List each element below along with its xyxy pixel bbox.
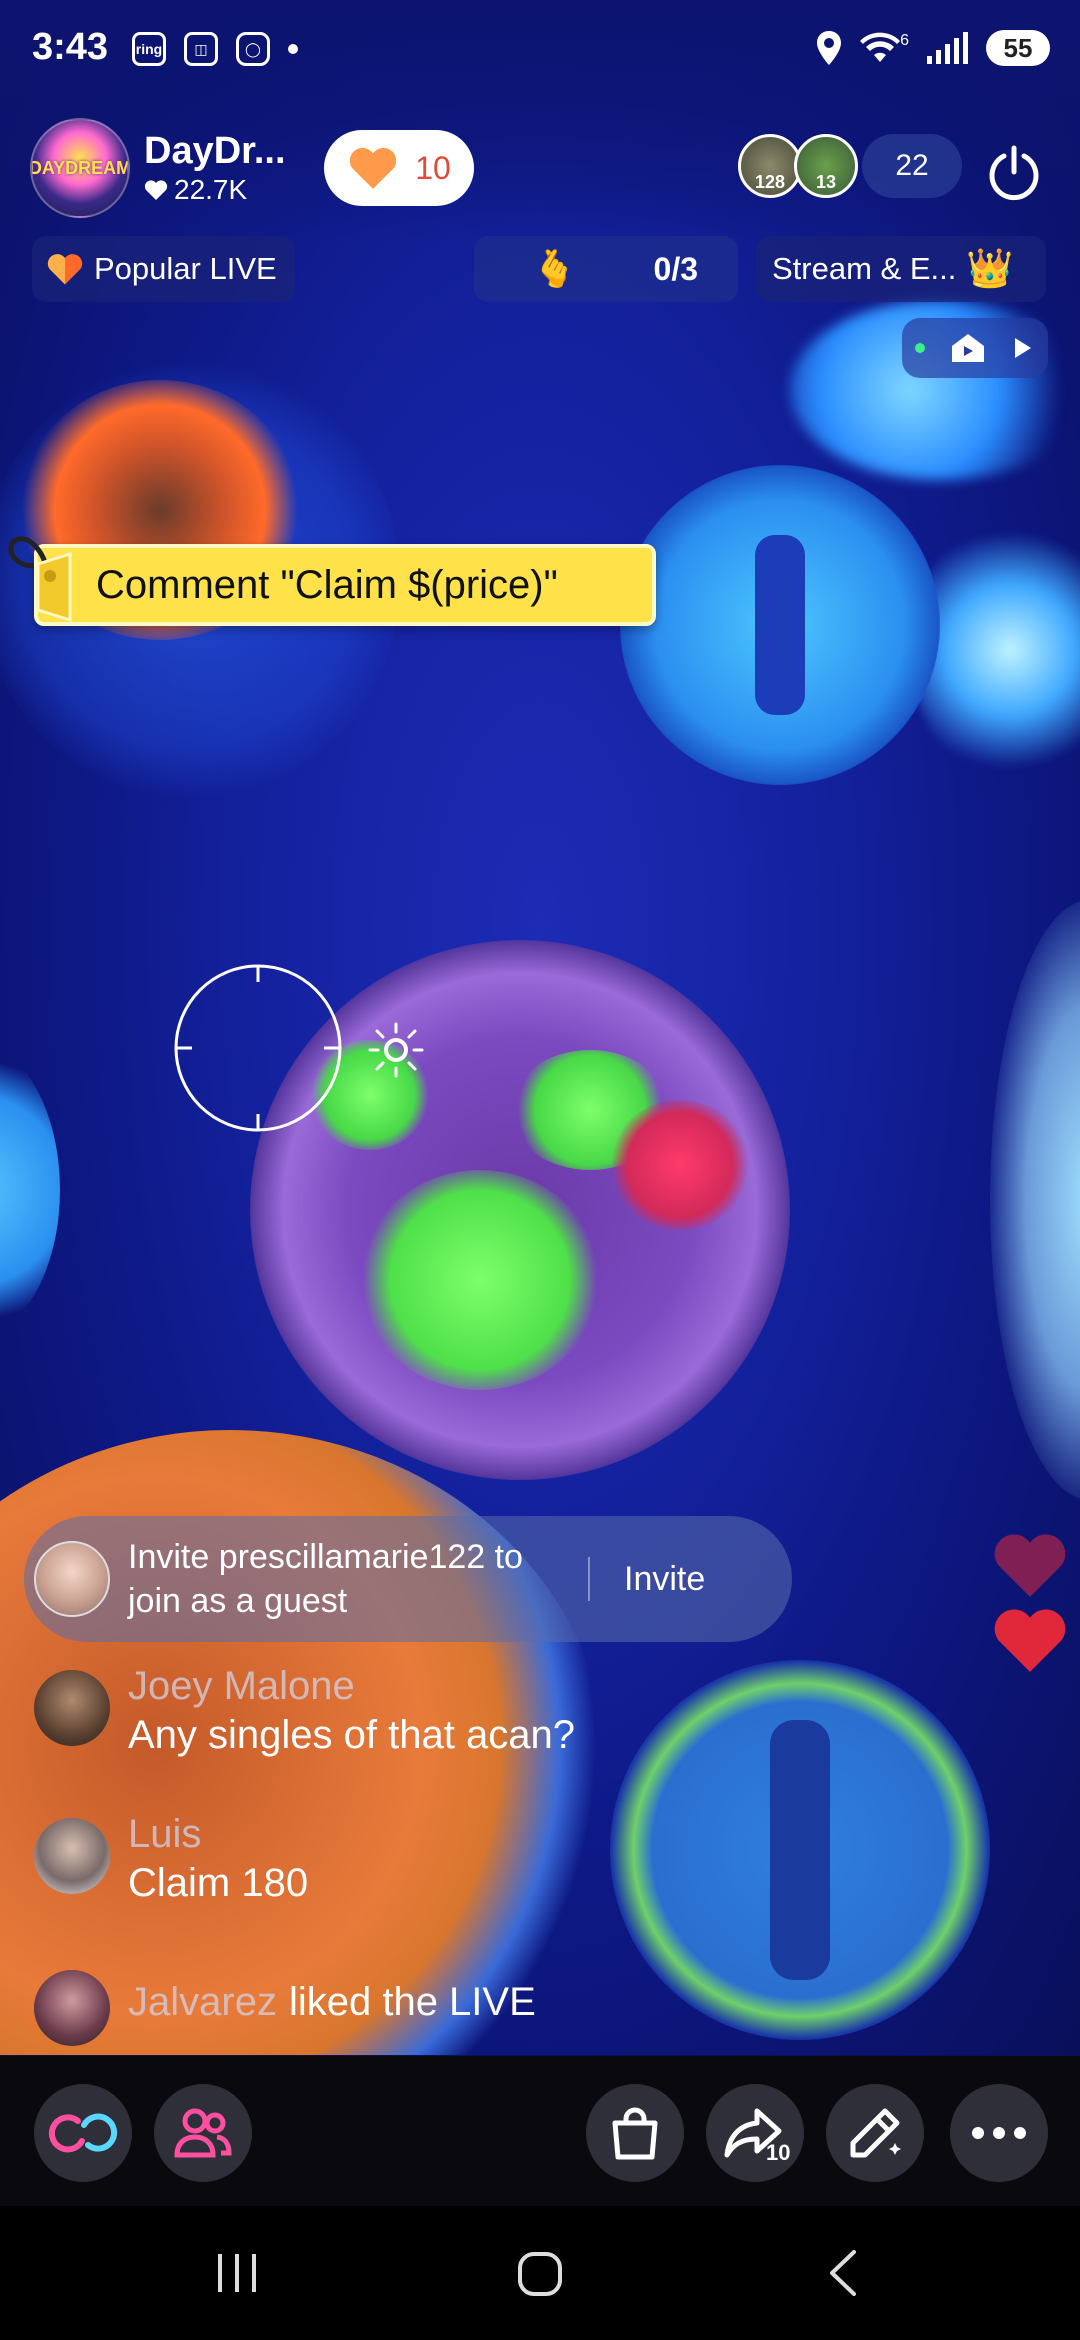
stream-earn-label: Stream & E... [772,251,957,286]
status-bar: 3:43 ring ◫ ◯ 6 55 [0,0,1080,100]
invite-text: Invite prescillamarie122 to join as a gu… [128,1538,523,1620]
viewer-avatar[interactable]: 128 [738,134,802,198]
multi-guest-button[interactable] [154,2084,252,2182]
chat-message[interactable]: Jalvarez liked the LIVE [34,1962,734,2046]
effects-wand-icon [850,2108,901,2158]
status-time: 3:43 [32,26,109,68]
bottom-action-bar: 10 [0,2056,1080,2206]
viewer-badge: 128 [754,172,786,192]
host-avatar[interactable]: DAYDREAM [30,118,130,218]
chat-message[interactable]: Joey Malone Any singles of that acan? [34,1662,734,1760]
heart-icon [994,1609,1066,1672]
wifi-label: 6 [900,32,909,49]
stream-earn-chip[interactable]: Stream & E... 👑 [756,236,1046,302]
invite-button[interactable]: Invite [624,1560,705,1599]
location-icon [817,31,842,65]
signal-icon [927,32,968,64]
ring-label: ring [135,41,163,57]
more-button[interactable] [950,2084,1048,2182]
effects-button[interactable] [826,2084,924,2182]
multi-guest-icon [174,2108,232,2158]
chat-username[interactable]: Joey Malone [128,1662,575,1710]
popular-live-chip[interactable]: Popular LIVE [32,236,295,302]
heart-icon [144,180,168,200]
host-likes: 22.7K [144,173,344,207]
divider [588,1557,590,1601]
chat-avatar[interactable] [34,1818,110,1894]
shop-icon [612,2107,658,2160]
claim-banner-text: Comment "Claim $(price)" [96,562,558,607]
battery-icon: 55 [986,30,1050,66]
chat-text: Claim 180 [128,1861,309,1905]
focus-crosshair-icon [174,964,342,1132]
wifi-icon [860,32,901,62]
host-avatar-text: DAYDREAM [30,157,130,178]
capture-icon: ◫ [184,32,218,66]
recent-apps-icon[interactable] [214,2246,260,2300]
mini-stream-controls[interactable] [902,318,1048,378]
chat-text: liked the LIVE [288,1980,536,2024]
chat-username[interactable]: Luis [128,1810,308,1858]
link-guest-button[interactable] [34,2084,132,2182]
chat-avatar[interactable] [34,1970,110,2046]
shop-button[interactable] [586,2084,684,2182]
heart-icon [994,1534,1066,1597]
notification-dot-icon [288,44,298,54]
share-badge: 10 [766,2140,791,2165]
gift-goal-chip[interactable]: 🫰 0/3 [474,236,738,302]
back-icon[interactable] [824,2246,864,2300]
power-end-icon[interactable] [984,142,1044,202]
chat-username[interactable]: Jalvarez [128,1978,277,2026]
viewer-count[interactable]: 22 [862,134,962,198]
follow-count: 10 [415,149,451,186]
floating-hearts [990,1530,1070,1680]
play-icon[interactable] [1011,335,1035,361]
home-icon[interactable] [514,2246,566,2300]
price-tag-icon [8,536,72,623]
instagram-icon: ◯ [236,32,270,66]
top-viewers[interactable]: 128 13 22 [738,134,962,198]
link-guest-icon [48,2113,118,2153]
popular-heart-icon [47,254,83,285]
more-icon [972,2127,1026,2139]
invitee-avatar [34,1541,110,1617]
gift-goal-icon: 🫰 [532,248,577,289]
home-tv-icon[interactable] [950,332,986,364]
orange-heart-icon [349,147,397,189]
host-name[interactable]: DayDr... [144,129,344,173]
host-profile[interactable]: DAYDREAM DayDr... 22.7K [30,116,344,220]
popular-live-label: Popular LIVE [94,251,277,286]
viewer-avatar[interactable]: 13 [794,134,858,198]
live-dot-icon [914,343,925,353]
viewer-badge: 13 [815,172,837,192]
follow-heart-button[interactable]: 10 [324,130,474,206]
ring-icon: ring [132,32,166,66]
chat-message[interactable]: Luis Claim 180 [34,1810,734,1908]
share-button[interactable]: 10 [706,2084,804,2182]
chat-avatar[interactable] [34,1670,110,1746]
gift-goal-progress: 0/3 [653,250,698,287]
claim-banner: Comment "Claim $(price)" [34,544,656,626]
crown-icon: 👑 [966,248,1014,290]
exposure-sun-icon[interactable] [366,1020,426,1080]
system-nav-bar [0,2206,1080,2340]
guest-invite-prompt: Invite prescillamarie122 to join as a gu… [24,1516,792,1642]
host-likes-count: 22.7K [174,174,248,205]
chat-text: Any singles of that acan? [128,1713,575,1757]
